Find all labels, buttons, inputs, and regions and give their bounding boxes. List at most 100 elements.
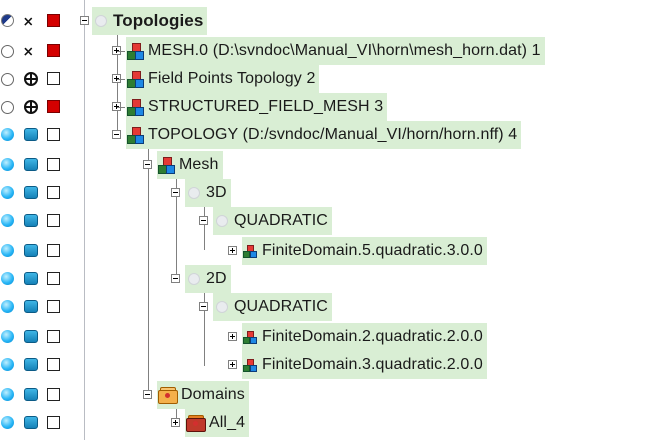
- visibility-on-icon[interactable]: [1, 244, 14, 257]
- node-label: STRUCTURED_FIELD_MESH 3: [148, 98, 384, 115]
- visibility-on-icon[interactable]: [1, 416, 14, 429]
- folder-dot-icon: [216, 215, 228, 227]
- tree-row[interactable]: FiniteDomain.2.quadratic.2.0.0: [0, 323, 658, 351]
- node-label: QUADRATIC: [234, 212, 328, 229]
- tree-row[interactable]: FiniteDomain.3.quadratic.2.0.0: [0, 351, 658, 379]
- surface-display-icon[interactable]: [24, 300, 38, 313]
- inactive-square-icon[interactable]: [47, 388, 60, 401]
- expand-toggle[interactable]: [228, 246, 237, 255]
- inactive-square-icon[interactable]: [47, 244, 60, 257]
- expand-toggle[interactable]: [171, 418, 180, 427]
- tree-row[interactable]: Mesh: [0, 151, 658, 179]
- inactive-square-icon[interactable]: [47, 416, 60, 429]
- tree-node-3d[interactable]: 3D: [185, 179, 231, 207]
- tree-row[interactable]: QUADRATIC: [0, 207, 658, 235]
- collapse-toggle[interactable]: [199, 302, 208, 311]
- surface-display-icon[interactable]: [24, 358, 38, 371]
- tree-row[interactable]: All_4: [0, 409, 658, 437]
- surface-display-icon[interactable]: [24, 214, 38, 227]
- tree-node-domains[interactable]: Domains: [157, 381, 249, 409]
- tree-row[interactable]: STRUCTURED_FIELD_MESH 3: [0, 93, 658, 121]
- collapse-toggle[interactable]: [143, 160, 152, 169]
- tree-row[interactable]: QUADRATIC: [0, 293, 658, 321]
- surface-display-icon[interactable]: [24, 244, 38, 257]
- node-label: 3D: [206, 184, 227, 201]
- visibility-on-icon[interactable]: [1, 214, 14, 227]
- topology-icon: [126, 70, 144, 88]
- inactive-square-icon[interactable]: [47, 300, 60, 313]
- inactive-square-icon[interactable]: [47, 330, 60, 343]
- node-label: TOPOLOGY (D:/svndoc/Manual_VI/horn/horn.…: [148, 126, 518, 143]
- grid-display-icon[interactable]: [24, 72, 38, 86]
- inactive-square-icon[interactable]: [47, 72, 60, 85]
- tree-node-quadratic-2d[interactable]: QUADRATIC: [213, 293, 332, 321]
- topology-icon: [126, 98, 144, 116]
- visibility-off-icon[interactable]: [1, 45, 14, 58]
- collapse-toggle[interactable]: [199, 216, 208, 225]
- surface-display-icon[interactable]: [24, 272, 38, 285]
- grid-display-icon[interactable]: [24, 100, 38, 114]
- surface-display-icon[interactable]: [24, 330, 38, 343]
- active-red-square-icon[interactable]: [47, 44, 60, 57]
- tree-row[interactable]: TOPOLOGY (D:/svndoc/Manual_VI/horn/horn.…: [0, 121, 658, 149]
- node-label: Field Points Topology 2: [148, 70, 316, 87]
- visibility-half-icon[interactable]: [1, 14, 14, 27]
- topology-icon: [126, 42, 144, 60]
- visibility-on-icon[interactable]: [1, 300, 14, 313]
- visibility-on-icon[interactable]: [1, 186, 14, 199]
- surface-display-icon[interactable]: [24, 128, 38, 141]
- visibility-off-icon[interactable]: [1, 73, 14, 86]
- mesh-display-icon[interactable]: 🞪: [24, 14, 38, 28]
- visibility-on-icon[interactable]: [1, 388, 14, 401]
- collapse-toggle[interactable]: [171, 188, 180, 197]
- tree-node-quadratic-3d[interactable]: QUADRATIC: [213, 207, 332, 235]
- collapse-toggle[interactable]: [112, 130, 121, 139]
- collapse-toggle[interactable]: [80, 16, 89, 25]
- expand-toggle[interactable]: [228, 332, 237, 341]
- visibility-on-icon[interactable]: [1, 358, 14, 371]
- collapse-toggle[interactable]: [143, 390, 152, 399]
- inactive-square-icon[interactable]: [47, 186, 60, 199]
- active-red-square-icon[interactable]: [47, 14, 60, 27]
- collapse-toggle[interactable]: [171, 274, 180, 283]
- finite-domain-icon: [242, 328, 258, 346]
- tree-row[interactable]: 2D: [0, 265, 658, 293]
- node-label: FiniteDomain.5.quadratic.3.0.0: [262, 242, 483, 259]
- visibility-off-icon[interactable]: [1, 101, 14, 114]
- tree-row[interactable]: Domains: [0, 381, 658, 409]
- surface-display-icon[interactable]: [24, 388, 38, 401]
- tree-node-finitedomain-3[interactable]: FiniteDomain.3.quadratic.2.0.0: [242, 351, 487, 379]
- tree-row[interactable]: 🞪 MESH.0 (D:\svndoc\Manual_VI\horn\mesh_…: [0, 37, 658, 65]
- tree-row[interactable]: 3D: [0, 179, 658, 207]
- inactive-square-icon[interactable]: [47, 272, 60, 285]
- visibility-on-icon[interactable]: [1, 128, 14, 141]
- visibility-on-icon[interactable]: [1, 330, 14, 343]
- visibility-on-icon[interactable]: [1, 158, 14, 171]
- tree-node-topologies[interactable]: Topologies: [92, 7, 208, 35]
- tree-row[interactable]: FiniteDomain.5.quadratic.3.0.0: [0, 237, 658, 265]
- mesh-display-icon[interactable]: 🞪: [24, 44, 38, 58]
- tree-node-all-4[interactable]: All_4: [185, 409, 250, 437]
- tree-row[interactable]: Field Points Topology 2: [0, 65, 658, 93]
- tree-row[interactable]: 🞪 Topologies: [0, 7, 658, 35]
- tree-node-finitedomain-5[interactable]: FiniteDomain.5.quadratic.3.0.0: [242, 237, 487, 265]
- inactive-square-icon[interactable]: [47, 358, 60, 371]
- tree-node-mesh[interactable]: Mesh: [157, 151, 223, 179]
- visibility-on-icon[interactable]: [1, 272, 14, 285]
- tree-node-mesh-0[interactable]: MESH.0 (D:\svndoc\Manual_VI\horn\mesh_ho…: [126, 37, 545, 65]
- inactive-square-icon[interactable]: [47, 128, 60, 141]
- surface-display-icon[interactable]: [24, 416, 38, 429]
- node-label: FiniteDomain.3.quadratic.2.0.0: [262, 356, 483, 373]
- inactive-square-icon[interactable]: [47, 214, 60, 227]
- expand-toggle[interactable]: [228, 360, 237, 369]
- tree-node-2d[interactable]: 2D: [185, 265, 231, 293]
- tree-node-structured-field-mesh[interactable]: STRUCTURED_FIELD_MESH 3: [126, 93, 388, 121]
- folder-dot-icon: [188, 187, 200, 199]
- tree-node-finitedomain-2[interactable]: FiniteDomain.2.quadratic.2.0.0: [242, 323, 487, 351]
- surface-display-icon[interactable]: [24, 158, 38, 171]
- inactive-square-icon[interactable]: [47, 158, 60, 171]
- surface-display-icon[interactable]: [24, 186, 38, 199]
- tree-node-field-points-topology[interactable]: Field Points Topology 2: [126, 65, 320, 93]
- tree-node-topology-4[interactable]: TOPOLOGY (D:/svndoc/Manual_VI/horn/horn.…: [126, 121, 522, 149]
- active-red-square-icon[interactable]: [47, 100, 60, 113]
